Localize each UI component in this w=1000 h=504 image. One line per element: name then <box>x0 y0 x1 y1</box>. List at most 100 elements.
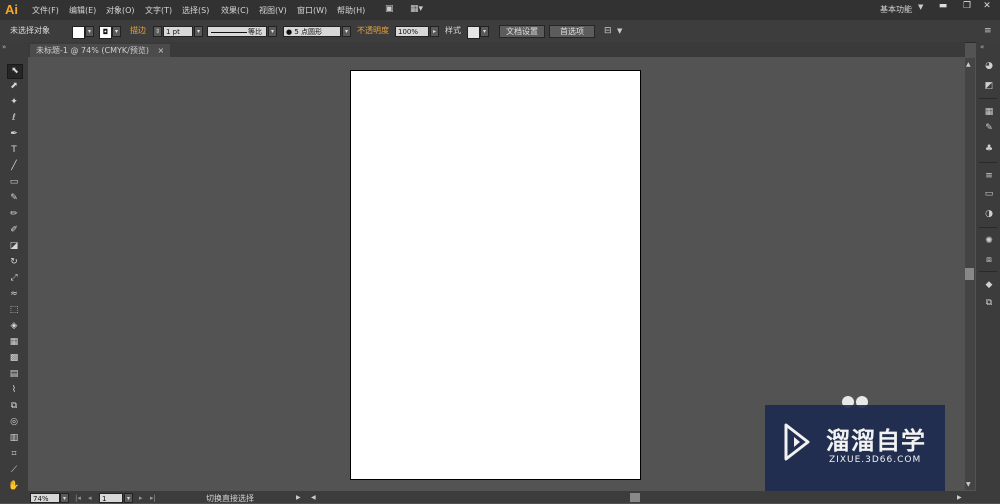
pen-tool-icon[interactable]: ✒ <box>7 128 21 141</box>
magic-wand-tool-icon[interactable]: ✦ <box>7 96 21 109</box>
fill-swatch[interactable] <box>72 26 85 39</box>
artboard[interactable] <box>350 70 641 480</box>
app-logo: Ai <box>5 2 18 17</box>
close-window-button[interactable]: ✕ <box>972 0 1000 14</box>
control-more-icon[interactable]: ▼ <box>617 27 622 35</box>
previous-artboard-icon[interactable]: ◂ <box>88 494 92 502</box>
symbol-sprayer-tool-icon[interactable]: ◎ <box>7 416 21 429</box>
color-panel-icon[interactable]: ◕ <box>982 60 996 72</box>
menu-3[interactable]: 文字(T) <box>145 5 172 16</box>
gradient-panel-icon[interactable]: ▭ <box>982 188 996 200</box>
panel-separator <box>979 271 997 272</box>
column-graph-tool-icon[interactable]: ▥ <box>7 432 21 445</box>
stroke-weight-stepper[interactable]: ⇕ <box>153 26 162 37</box>
scroll-left-icon[interactable]: ◀ <box>311 494 316 501</box>
color-guide-panel-icon[interactable]: ◩ <box>982 80 996 92</box>
stroke-weight-field[interactable]: 1 pt <box>163 26 193 37</box>
fill-dropdown-icon[interactable]: ▾ <box>85 26 94 37</box>
opacity-dropdown-icon[interactable]: ▸ <box>430 26 439 37</box>
graphic-styles-panel-icon[interactable]: ⧈ <box>982 254 996 266</box>
last-artboard-icon[interactable]: ▸| <box>150 494 156 502</box>
menu-6[interactable]: 视图(V) <box>259 5 287 16</box>
menu-5[interactable]: 效果(C) <box>221 5 249 16</box>
next-artboard-icon[interactable]: ▸ <box>139 494 143 502</box>
control-panel-menu-icon[interactable]: ≡ <box>984 26 992 36</box>
zoom-dropdown-icon[interactable]: ▾ <box>60 493 69 503</box>
menu-0[interactable]: 文件(F) <box>32 5 59 16</box>
scale-tool-icon[interactable]: ⤢ <box>7 272 21 285</box>
graphic-style-dropdown-icon[interactable]: ▾ <box>480 26 489 37</box>
rotate-tool-icon[interactable]: ↻ <box>7 256 21 269</box>
scroll-up-icon[interactable]: ▲ <box>966 61 971 68</box>
menu-7[interactable]: 窗口(W) <box>297 5 327 16</box>
zoom-field[interactable]: 74% <box>30 493 60 503</box>
graphic-style-swatch[interactable] <box>467 26 480 39</box>
slice-tool-icon[interactable]: ⟋ <box>7 464 21 477</box>
opacity-field[interactable]: 100% <box>395 26 429 37</box>
status-menu-icon[interactable]: ▶ <box>296 494 301 501</box>
stroke-dropdown-icon[interactable]: ▾ <box>112 26 121 37</box>
appearance-panel-icon[interactable]: ✺ <box>982 235 996 247</box>
layers-panel-icon[interactable]: ◆ <box>982 279 996 291</box>
menu-8[interactable]: 帮助(H) <box>337 5 365 16</box>
hand-tool-icon[interactable]: ✋ <box>7 480 21 493</box>
stroke-label[interactable]: 描边 <box>130 25 146 37</box>
vertical-scroll-thumb[interactable] <box>965 268 974 280</box>
type-tool-icon[interactable]: T <box>7 144 21 157</box>
first-artboard-icon[interactable]: |◂ <box>75 494 81 502</box>
blob-brush-tool-icon[interactable]: ✐ <box>7 224 21 237</box>
opacity-label[interactable]: 不透明度 <box>357 25 389 37</box>
lasso-tool-icon[interactable]: ℓ <box>7 112 21 125</box>
gradient-tool-icon[interactable]: ▤ <box>7 368 21 381</box>
stroke-panel-icon[interactable]: ≡ <box>982 170 996 182</box>
bridge-icon[interactable]: ▣ <box>385 4 394 14</box>
workspace-dropdown-icon[interactable]: ▼ <box>918 3 923 11</box>
swatches-panel-icon[interactable]: ▦ <box>982 106 996 118</box>
scroll-right-icon[interactable]: ▶ <box>957 494 962 501</box>
preferences-button[interactable]: 首选项 <box>549 25 595 38</box>
horizontal-scroll-thumb[interactable] <box>630 493 640 502</box>
line-tool-icon[interactable]: ╱ <box>7 160 21 173</box>
stroke-swatch[interactable]: ◘ <box>99 26 112 39</box>
workspace-switcher[interactable]: 基本功能 <box>880 4 912 15</box>
toolbar-collapse-icon[interactable]: » <box>2 43 6 51</box>
free-transform-tool-icon[interactable]: ⬚ <box>7 304 21 317</box>
shape-builder-tool-icon[interactable]: ◈ <box>7 320 21 333</box>
pencil-tool-icon[interactable]: ✏ <box>7 208 21 221</box>
document-tab[interactable]: 未标题-1 @ 74% (CMYK/预览) × <box>30 44 171 57</box>
blend-tool-icon[interactable]: ⧉ <box>7 400 21 413</box>
arrange-documents-icon[interactable]: ▦▾ <box>410 4 423 14</box>
panel-separator <box>979 98 997 99</box>
selection-tool-icon[interactable]: ⬉ <box>7 64 23 79</box>
paintbrush-tool-icon[interactable]: ✎ <box>7 192 21 205</box>
variable-width-profile[interactable]: 等比 <box>207 26 267 37</box>
watermark-url: ZIXUE.3D66.COM <box>829 455 922 465</box>
profile-dropdown-icon[interactable]: ▾ <box>268 26 277 37</box>
mesh-tool-icon[interactable]: ▩ <box>7 352 21 365</box>
rectangle-tool-icon[interactable]: ▭ <box>7 176 21 189</box>
document-tab-close-icon[interactable]: × <box>158 46 165 55</box>
eraser-tool-icon[interactable]: ◪ <box>7 240 21 253</box>
menu-4[interactable]: 选择(S) <box>182 5 209 16</box>
artboard-number-field[interactable]: 1 <box>99 493 123 503</box>
menu-2[interactable]: 对象(O) <box>106 5 135 16</box>
brush-definition-field[interactable]: ● 5 点圆形 <box>283 26 341 37</box>
document-setup-button[interactable]: 文档设置 <box>499 25 545 38</box>
artboard-dropdown-icon[interactable]: ▾ <box>124 493 133 503</box>
artboard-tool-icon[interactable]: ⌗ <box>7 448 21 461</box>
warp-tool-icon[interactable]: ≈ <box>7 288 21 301</box>
align-options-icon[interactable]: ⊟ <box>604 26 612 36</box>
tools-panel: » ⬉ ⬈ ✦ ℓ ✒ T ╱ ▭ ✎ ✏ ✐ ◪ ↻ ⤢ ≈ ⬚ ◈ ▦ ▩ ▤ ⌇ ⧉ ◎ ▥ ⌗ ⟋ ✋ <box>0 42 28 503</box>
brush-dropdown-icon[interactable]: ▾ <box>342 26 351 37</box>
artboards-panel-icon[interactable]: ⧉ <box>982 297 996 309</box>
transparency-panel-icon[interactable]: ◑ <box>982 208 996 220</box>
brushes-panel-icon[interactable]: ✎ <box>982 122 996 134</box>
symbols-panel-icon[interactable]: ♣ <box>982 143 996 155</box>
perspective-grid-tool-icon[interactable]: ▦ <box>7 336 21 349</box>
eyedropper-tool-icon[interactable]: ⌇ <box>7 384 21 397</box>
stroke-weight-dropdown-icon[interactable]: ▾ <box>194 26 203 37</box>
scroll-down-icon[interactable]: ▼ <box>966 481 971 488</box>
menu-1[interactable]: 编辑(E) <box>69 5 96 16</box>
direct-selection-tool-icon[interactable]: ⬈ <box>7 80 21 93</box>
panel-dock-expand-icon[interactable]: « <box>980 43 984 51</box>
